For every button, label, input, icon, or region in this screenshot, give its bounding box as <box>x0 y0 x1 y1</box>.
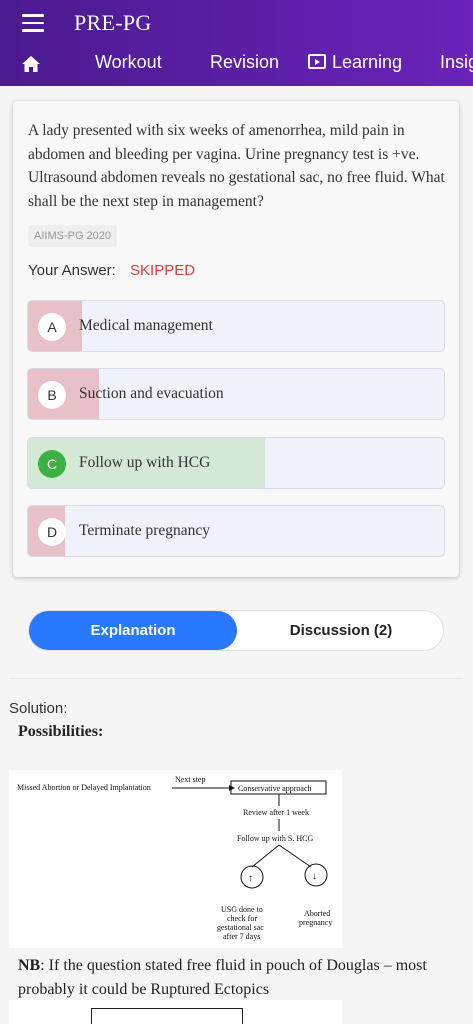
nb-note: NB: If the question stated free fluid in… <box>18 954 458 1002</box>
nb-label: NB <box>18 957 41 974</box>
option-c-letter: C <box>38 450 66 478</box>
source-badge: AIIMS-PG 2020 <box>28 225 118 247</box>
flow-right-result-0: Aborted <box>304 909 330 918</box>
home-icon[interactable] <box>22 56 40 72</box>
app-title: PRE-PG <box>74 10 152 35</box>
option-a-letter: A <box>38 313 66 341</box>
app-header: PRE-PG Workout Revision Learning Insig <box>0 0 473 86</box>
flow-box-label: Conservative approach <box>238 784 312 793</box>
solution-label: Solution: <box>9 700 68 717</box>
nav-item-insights[interactable]: Insig <box>440 52 473 73</box>
explanation-tabs: Explanation Discussion (2) <box>28 610 444 651</box>
flow-branch-left <box>251 844 280 868</box>
flow-left-result-0: USG done to <box>221 905 263 914</box>
option-b-letter: B <box>38 381 66 409</box>
flow-start: Missed Abortion or Delayed Implantation <box>17 783 151 792</box>
flow-step-2: Follow up with S. HCG <box>237 834 313 843</box>
option-d-letter: D <box>38 518 66 546</box>
flow-step-1: Review after 1 week <box>243 808 309 817</box>
flow-up-symbol: ↑ <box>248 873 253 884</box>
your-answer-label: Your Answer: <box>28 262 116 279</box>
flow-arrowhead <box>229 785 235 791</box>
hamburger-icon[interactable] <box>22 14 44 32</box>
nav-bar: Workout Revision Learning Insig <box>0 44 473 84</box>
tab-discussion[interactable]: Discussion (2) <box>237 611 445 650</box>
nav-item-learning[interactable]: Learning <box>308 52 402 73</box>
your-answer-row: Your Answer: SKIPPED <box>28 262 195 279</box>
flowchart-image: Missed Abortion or Delayed Implantation … <box>9 770 342 948</box>
flow-down-symbol: ↓ <box>312 871 317 882</box>
option-a[interactable]: A Medical management <box>27 300 445 352</box>
question-card: A lady presented with six weeks of ameno… <box>13 101 459 577</box>
solution-subheading: Possibilities: <box>18 723 104 740</box>
divider <box>10 678 463 679</box>
play-screen-icon <box>308 54 326 69</box>
nav-item-learning-label: Learning <box>332 52 403 72</box>
option-b[interactable]: B Suction and evacuation <box>27 368 445 420</box>
nav-item-workout[interactable]: Workout <box>95 52 162 73</box>
flow-arrow-label: Next step <box>175 775 205 784</box>
flow-left-result-3: after 7 days <box>223 932 260 941</box>
nav-item-revision[interactable]: Revision <box>210 52 279 73</box>
question-text: A lady presented with six weeks of ameno… <box>28 122 445 210</box>
flow-right-result-1: pregnancy <box>299 918 332 927</box>
option-a-text: Medical management <box>79 317 213 334</box>
flow-left-result-2: gestational sac <box>217 923 264 932</box>
flow-left-result-1: check for <box>227 914 257 923</box>
flow-branch-right <box>278 844 312 868</box>
option-d-text: Terminate pregnancy <box>79 522 211 539</box>
second-diagram-image <box>9 1000 342 1024</box>
your-answer-value: SKIPPED <box>130 262 196 279</box>
option-c-text: Follow up with HCG <box>79 454 211 471</box>
nb-text: : If the question stated free fluid in p… <box>18 957 427 998</box>
option-d[interactable]: D Terminate pregnancy <box>27 505 445 557</box>
tab-explanation[interactable]: Explanation <box>29 611 237 650</box>
second-diagram-box <box>91 1008 243 1024</box>
option-c[interactable]: C Follow up with HCG <box>27 437 445 489</box>
option-b-text: Suction and evacuation <box>79 385 224 402</box>
